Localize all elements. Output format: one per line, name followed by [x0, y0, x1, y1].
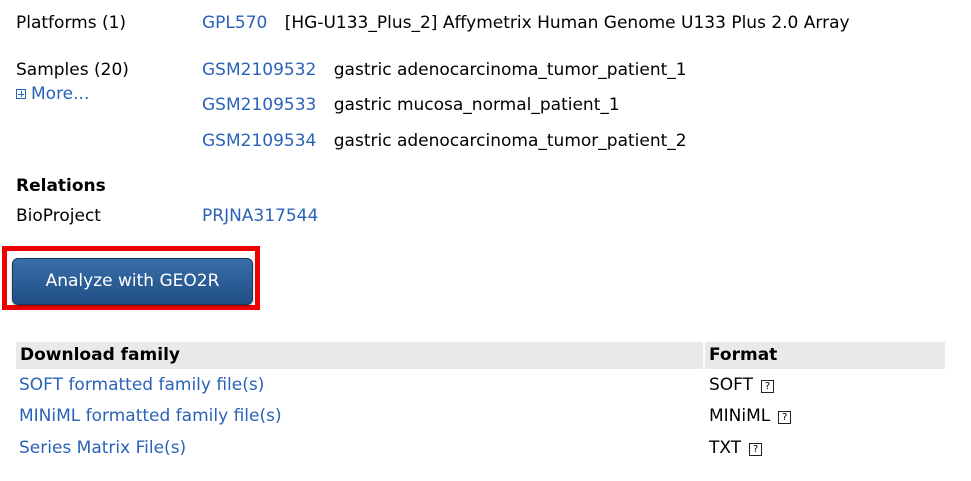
- sample-link[interactable]: GSM2109533: [202, 95, 316, 115]
- platforms-label: Platforms (1): [16, 13, 127, 33]
- help-box-icon[interactable]: ?: [778, 411, 792, 424]
- sample-description: gastric mucosa_normal_patient_1: [333, 95, 620, 115]
- plus-box-icon: [16, 89, 26, 99]
- download-soft-link[interactable]: SOFT formatted family file(s): [19, 375, 264, 395]
- more-samples-label: More...: [31, 84, 90, 104]
- download-series-matrix-link[interactable]: Series Matrix File(s): [19, 438, 186, 458]
- sample-link[interactable]: GSM2109532: [202, 60, 316, 80]
- help-box-icon[interactable]: ?: [749, 443, 763, 456]
- bioproject-label: BioProject: [16, 206, 101, 226]
- format-cell: TXT?: [709, 438, 763, 458]
- format-header: Format: [705, 342, 945, 369]
- sample-row: GSM2109533 gastric mucosa_normal_patient…: [202, 95, 620, 115]
- sample-description: gastric adenocarcinoma_tumor_patient_1: [333, 60, 687, 80]
- format-cell: SOFT?: [709, 375, 775, 395]
- bioproject-link[interactable]: PRJNA317544: [202, 206, 318, 226]
- platform-row: GPL570 [HG-U133_Plus_2] Affymetrix Human…: [202, 13, 850, 33]
- more-samples-link[interactable]: More...: [16, 84, 89, 104]
- sample-description: gastric adenocarcinoma_tumor_patient_2: [333, 131, 687, 151]
- format-value: TXT: [709, 438, 742, 458]
- analyze-geo2r-button[interactable]: Analyze with GEO2R: [12, 258, 253, 305]
- relations-heading: Relations: [16, 176, 106, 196]
- sample-row: GSM2109534 gastric adenocarcinoma_tumor_…: [202, 131, 687, 151]
- format-cell: MINiML?: [709, 406, 792, 426]
- platform-description: [HG-U133_Plus_2] Affymetrix Human Genome…: [284, 13, 850, 33]
- sample-link[interactable]: GSM2109534: [202, 131, 316, 151]
- download-miniml-link[interactable]: MINiML formatted family file(s): [19, 406, 282, 426]
- format-value: MINiML: [709, 406, 771, 426]
- help-box-icon[interactable]: ?: [761, 380, 775, 393]
- platform-link[interactable]: GPL570: [202, 13, 267, 33]
- format-value: SOFT: [709, 375, 754, 395]
- sample-row: GSM2109532 gastric adenocarcinoma_tumor_…: [202, 60, 687, 80]
- download-family-header: Download family: [16, 342, 703, 369]
- samples-label: Samples (20): [16, 60, 129, 80]
